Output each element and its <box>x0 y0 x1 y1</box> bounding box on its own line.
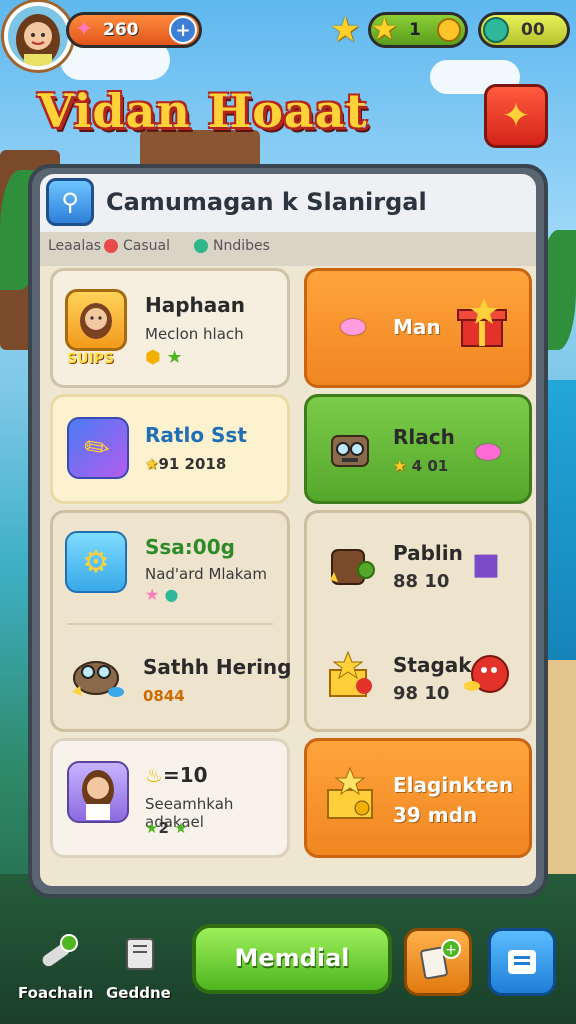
tab-label: Casual <box>123 238 170 254</box>
reward-icons: ⬢ ★ <box>145 347 183 368</box>
coin-icon <box>437 18 461 42</box>
coins-counter: ✦ 260 + <box>66 12 202 48</box>
card-meta: ★ 4 01 <box>393 457 448 475</box>
pencil-app-icon: ✎ <box>67 417 129 479</box>
card-subtitle: 39 mdn <box>393 803 478 827</box>
barrel-icon <box>319 533 381 595</box>
girl-avatar-icon <box>67 761 129 823</box>
card-title: Elaginkten <box>393 773 514 797</box>
card-title: Ratlo Sst <box>145 423 247 447</box>
card-meta: 0844 <box>143 687 185 705</box>
game-grid: SUIPS Haphaan Meclon hlach ⬢ ★ ⬬ Man ✎ R… <box>40 266 536 886</box>
card-title: Rlach <box>393 425 455 449</box>
swirl-icon <box>483 17 509 43</box>
main-panel: ⚲ Camumagan k Slanirgal Leaalas Casual N… <box>28 164 548 898</box>
nndibes-icon <box>194 239 208 253</box>
card-meta: 88 10 <box>393 571 450 592</box>
game-card-stagak[interactable]: Stagak 98 10 <box>307 625 535 733</box>
game-card-man[interactable]: ⬬ Man <box>304 268 532 388</box>
svg-text:+: + <box>445 942 457 958</box>
gems-value: 00 <box>521 20 545 40</box>
gems-counter: 00 <box>478 12 570 48</box>
panel-title: Camumagan k Slanirgal <box>106 188 427 216</box>
game-card-ssa[interactable]: ⚙ Ssa:00g Nad'ard Mlakam ★ ● <box>53 513 293 621</box>
game-card-pablin[interactable]: Pablin 88 10 ■ <box>307 513 535 621</box>
rocket-button[interactable]: ✦ <box>484 84 548 148</box>
card-title: Ssa:00g <box>145 535 235 559</box>
card-meta: ★2 ★ <box>145 819 188 837</box>
card-meta: 98 10 <box>393 683 450 704</box>
game-card-rlach[interactable]: Rlach ★ 4 01 ⬬ <box>304 394 532 504</box>
tab-nndibes[interactable]: Nndibes <box>194 238 270 254</box>
treasure-chest-icon <box>321 765 383 827</box>
game-card-sathh[interactable]: Sathh Hering 0844 <box>53 625 293 733</box>
card-title: Pablin <box>393 541 463 565</box>
suips-badge: SUIPS <box>67 351 115 367</box>
card-subtitle: Nad'ard Mlakam <box>145 565 267 583</box>
game-card-haphaan[interactable]: SUIPS Haphaan Meclon hlach ⬢ ★ <box>50 268 290 388</box>
card-meta: ★91 2018 <box>145 455 226 473</box>
main-action-button[interactable]: Memdial <box>192 924 392 994</box>
star-badge-icon: ★ <box>371 12 398 47</box>
tab-label: Nndibes <box>213 238 270 254</box>
cards-add-button[interactable]: + <box>404 928 472 996</box>
panel-tabs: Leaalas Casual Nndibes <box>40 232 536 266</box>
nav-label-mid[interactable]: Geddne <box>106 984 171 1002</box>
scroll-icon[interactable] <box>112 926 168 982</box>
star-icon: ★ <box>145 455 159 473</box>
treasure-icon <box>319 645 381 707</box>
card-title-value: =10 <box>162 763 208 787</box>
robot-crab-icon <box>65 643 127 705</box>
casual-icon <box>104 239 118 253</box>
card-meta-value: 91 2018 <box>158 455 227 473</box>
game-card-ratlo[interactable]: ✎ Ratlo Sst ★91 2018 <box>50 394 290 504</box>
game-card-group: Pablin 88 10 ■ Stagak 98 10 <box>304 510 532 732</box>
candy-icon: ⬬ <box>475 434 501 470</box>
star-icon: ★ <box>393 457 407 475</box>
stars-counter: ★ 1 <box>368 12 468 48</box>
panel-header: ⚲ Camumagan k Slanirgal <box>40 174 536 232</box>
game-card-girl[interactable]: ♨=10 Seeamhkah adakael ★2 ★ <box>50 738 290 858</box>
rocket-icon: ✦ <box>501 96 531 136</box>
card-title: Man <box>393 315 441 339</box>
game-card-group: ⚙ Ssa:00g Nad'ard Mlakam ★ ● Sathh Herin… <box>50 510 293 733</box>
card-meta-value: 2 <box>158 819 169 837</box>
player-avatar[interactable] <box>4 2 72 70</box>
tab-label: Leaalas <box>48 238 102 254</box>
card-meta-value: 4 01 <box>411 457 449 475</box>
girl-portrait-icon <box>65 289 127 351</box>
shop-button[interactable] <box>488 928 556 996</box>
card-title: ♨=10 <box>145 763 208 787</box>
card-title: Sathh Hering <box>143 655 292 679</box>
star-icon: ★ <box>330 10 361 50</box>
link-icon: ⚲ <box>46 178 94 226</box>
bone-icon[interactable] <box>28 926 84 982</box>
reward-icons: ★ ● <box>145 585 179 604</box>
robot-icon <box>319 419 381 481</box>
red-creature-icon <box>457 643 519 705</box>
card-subtitle: Meclon hlach <box>145 325 244 343</box>
coins-value: 260 <box>103 20 139 40</box>
game-title: Vidan Hoaat <box>38 84 368 138</box>
gift-box-icon <box>451 293 513 355</box>
tab-casual[interactable]: Casual <box>104 238 170 254</box>
card-title: Haphaan <box>145 293 246 317</box>
gem-icon: ✦ <box>75 17 94 42</box>
toy-icon: ⬬ <box>340 309 366 345</box>
game-card-elaginkten[interactable]: Elaginkten 39 mdn <box>304 738 532 858</box>
tab-all[interactable]: Leaalas <box>48 238 101 254</box>
stars-value: 1 <box>409 20 421 40</box>
puzzle-icon: ■ <box>471 546 501 582</box>
map-icon: ⚙ <box>65 531 127 593</box>
add-coins-button[interactable]: + <box>169 16 197 44</box>
nav-label-left[interactable]: Foachain <box>18 984 94 1002</box>
